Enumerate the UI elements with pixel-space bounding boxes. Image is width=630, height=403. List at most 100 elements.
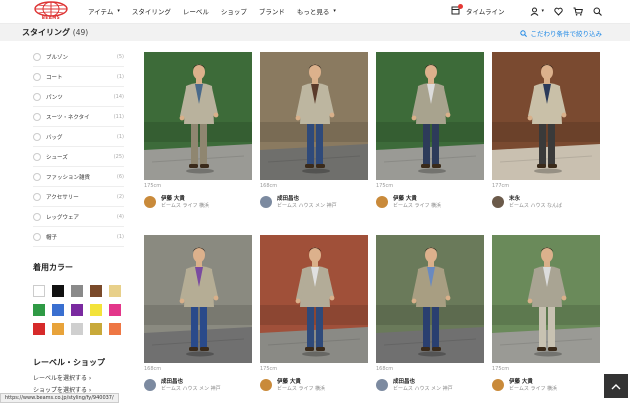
timeline-button[interactable]: タイムライン [451,3,504,17]
search-icon[interactable] [593,7,602,16]
staff-name: 成田昌也 [393,379,416,385]
category-filter-item[interactable]: 帽子 (1) [33,227,124,247]
category-count: (4) [116,213,124,220]
nav-item-label: アイテム [88,8,114,16]
styling-photo[interactable] [492,235,600,363]
cart-icon[interactable] [573,7,583,16]
color-swatch[interactable] [90,304,102,316]
color-swatch[interactable] [33,323,45,335]
nav-item-4[interactable]: ショップ [221,6,247,16]
styling-photo[interactable] [376,235,484,363]
scroll-to-top-button[interactable] [604,374,628,398]
radio-button[interactable] [33,152,41,161]
staff-height: 168cm [144,366,162,372]
styling-photo[interactable] [144,52,252,180]
chevron-down-icon: ▾ [117,8,120,14]
staff-height: 175cm [376,183,394,189]
radio-button[interactable] [33,212,41,221]
staff-info[interactable]: 伊藤 大貴 ビームス ライフ 横浜 [144,196,209,210]
chevron-up-icon [611,383,621,389]
color-swatch[interactable] [90,285,102,297]
staff-info[interactable]: 末永 ビームス ハウス なんば [492,196,562,210]
styling-photo[interactable] [144,235,252,363]
radio-button[interactable] [33,92,41,101]
staff-name: 末永 [509,196,521,202]
category-label: シューズ [46,154,68,161]
avatar[interactable] [260,196,272,208]
staff-height: 175cm [144,183,162,189]
avatar[interactable] [144,379,156,391]
staff-name: 伊藤 大貴 [509,379,533,385]
category-label: レッグウェア [46,214,80,221]
avatar[interactable] [376,196,388,208]
label-select[interactable]: レーベルを選択する › [33,373,91,382]
category-label: コート [46,74,63,81]
color-swatch[interactable] [33,285,45,297]
avatar[interactable] [144,196,156,208]
styling-photo[interactable] [260,235,368,363]
category-filter-item[interactable]: パンツ (14) [33,87,124,107]
styling-photo[interactable] [260,52,368,180]
category-filter-item[interactable]: シューズ (25) [33,147,124,167]
radio-button[interactable] [33,192,41,201]
radio-button[interactable] [33,72,41,81]
category-filter-item[interactable]: ブルゾン (5) [33,47,124,67]
nav-item-6[interactable]: もっと見る ▾ [297,6,336,16]
color-swatch[interactable] [71,285,83,297]
avatar[interactable] [260,379,272,391]
color-swatch[interactable] [33,304,45,316]
staff-height: 168cm [376,366,394,372]
color-swatch[interactable] [109,323,121,335]
heart-icon[interactable] [554,7,563,16]
category-filter-item[interactable]: ファッション雑貨 (6) [33,167,124,187]
category-count: (6) [116,173,124,180]
radio-button[interactable] [33,172,41,181]
color-swatch[interactable] [109,304,121,316]
staff-info[interactable]: 成田昌也 ビームス ハウス メン 神戸 [260,196,337,210]
avatar[interactable] [376,379,388,391]
color-swatch[interactable] [109,285,121,297]
radio-button[interactable] [33,132,41,141]
staff-height: 177cm [492,183,510,189]
staff-height: 175cm [260,366,278,372]
color-swatch[interactable] [90,323,102,335]
staff-info[interactable]: 伊藤 大貴 ビームス ライフ 横浜 [492,379,557,393]
category-label: ブルゾン [46,54,69,61]
nav-item-label: もっと見る [296,8,330,16]
category-label: バッグ [46,134,63,141]
category-filter-item[interactable]: アクセサリー (2) [33,187,124,207]
staff-shop: ビームス ライフ 横浜 [161,203,210,209]
radio-button[interactable] [33,232,41,241]
radio-button[interactable] [33,52,41,61]
beams-logo[interactable]: BEAMS [30,1,72,21]
category-count: (25) [113,153,124,160]
color-filter-title: 着用カラー [33,263,73,272]
staff-info[interactable]: 成田昌也 ビームス ハウス メン 神戸 [144,379,221,393]
category-filter-item[interactable]: バッグ (1) [33,127,124,147]
category-filter-item[interactable]: スーツ・ネクタイ (11) [33,107,124,127]
user-icon[interactable]: ▾ [530,7,544,16]
staff-info[interactable]: 伊藤 大貴 ビームス ライフ 横浜 [260,379,325,393]
color-swatch[interactable] [52,323,64,335]
styling-photo[interactable] [376,52,484,180]
category-filter-item[interactable]: レッグウェア (4) [33,207,124,227]
avatar[interactable] [492,379,504,391]
nav-item-1[interactable]: アイテム ▾ [88,6,120,16]
avatar[interactable] [492,196,504,208]
page-title-bar: スタイリング (49) こだわり条件で絞り込み [0,24,630,41]
radio-button[interactable] [33,112,41,121]
staff-info[interactable]: 成田昌也 ビームス ハウス メン 神戸 [376,379,453,393]
nav-item-3[interactable]: レーベル [183,6,209,16]
category-count: (11) [113,113,124,120]
nav-item-5[interactable]: ブランド [259,6,285,16]
category-filter-item[interactable]: コート (1) [33,67,124,87]
color-swatch[interactable] [52,304,64,316]
color-swatch[interactable] [71,323,83,335]
color-swatch[interactable] [71,304,83,316]
color-swatch[interactable] [52,285,64,297]
header-actions: タイムライン ▾ [451,3,602,19]
staff-info[interactable]: 伊藤 大貴 ビームス ライフ 横浜 [376,196,441,210]
refine-button[interactable]: こだわり条件で絞り込み [519,28,602,38]
styling-photo[interactable] [492,52,600,180]
nav-item-2[interactable]: スタイリング [132,6,171,16]
